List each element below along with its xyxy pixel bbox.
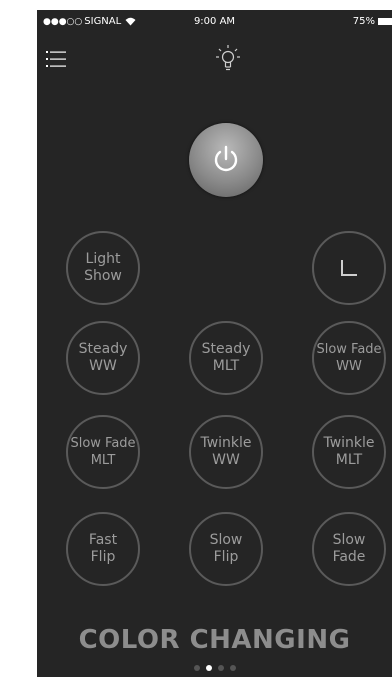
twinkle-ww-button[interactable]: Twinkle WW [189, 415, 263, 489]
hamburger-menu-icon[interactable] [46, 50, 66, 68]
steady-ww-label: Steady WW [78, 341, 128, 374]
timer-icon [341, 260, 357, 276]
light-show-label: Light Show [84, 251, 122, 284]
page-dot-1[interactable] [193, 665, 200, 671]
mode-category-title: COLOR CHANGING [78, 625, 351, 655]
slow-fade-mlt-label: Slow Fade MLT [70, 436, 136, 468]
slow-fade-ww-button[interactable]: Slow Fade WW [312, 321, 386, 395]
power-button[interactable] [189, 123, 263, 197]
power-icon [214, 145, 238, 172]
steady-ww-button[interactable]: Steady WW [66, 321, 140, 395]
slow-fade-mlt-button[interactable]: Slow Fade MLT [66, 415, 140, 489]
twinkle-mlt-button[interactable]: Twinkle MLT [312, 415, 386, 489]
app-screen: ●●●○○ SIGNAL 9:00 AM 75% Light Show Stea… [37, 10, 392, 677]
fast-flip-button[interactable]: Fast Flip [66, 512, 140, 586]
slow-flip-button[interactable]: Slow Flip [189, 512, 263, 586]
slow-fade-button[interactable]: Slow Fade [312, 512, 386, 586]
page-dot-3[interactable] [217, 665, 224, 671]
slow-fade-ww-label: Slow Fade WW [316, 342, 382, 374]
page-dot-2[interactable] [205, 665, 212, 671]
page-dot-4[interactable] [229, 665, 236, 671]
status-bar: ●●●○○ SIGNAL 9:00 AM 75% [37, 10, 392, 32]
battery-icon [378, 18, 392, 25]
page-indicator[interactable] [37, 665, 392, 671]
twinkle-ww-label: Twinkle WW [200, 435, 252, 468]
timer-button[interactable] [312, 231, 386, 305]
slow-flip-label: Slow Flip [209, 532, 243, 565]
fast-flip-label: Fast Flip [88, 532, 118, 565]
steady-mlt-button[interactable]: Steady MLT [189, 321, 263, 395]
steady-mlt-label: Steady MLT [201, 341, 251, 374]
status-time: 9:00 AM [193, 16, 236, 27]
light-bulb-icon [216, 45, 240, 71]
twinkle-mlt-label: Twinkle MLT [323, 435, 375, 468]
slow-fade-label: Slow Fade [332, 532, 366, 565]
status-right: 75% [353, 16, 392, 27]
battery-percent: 75% [352, 16, 375, 27]
light-show-button[interactable]: Light Show [66, 231, 140, 305]
